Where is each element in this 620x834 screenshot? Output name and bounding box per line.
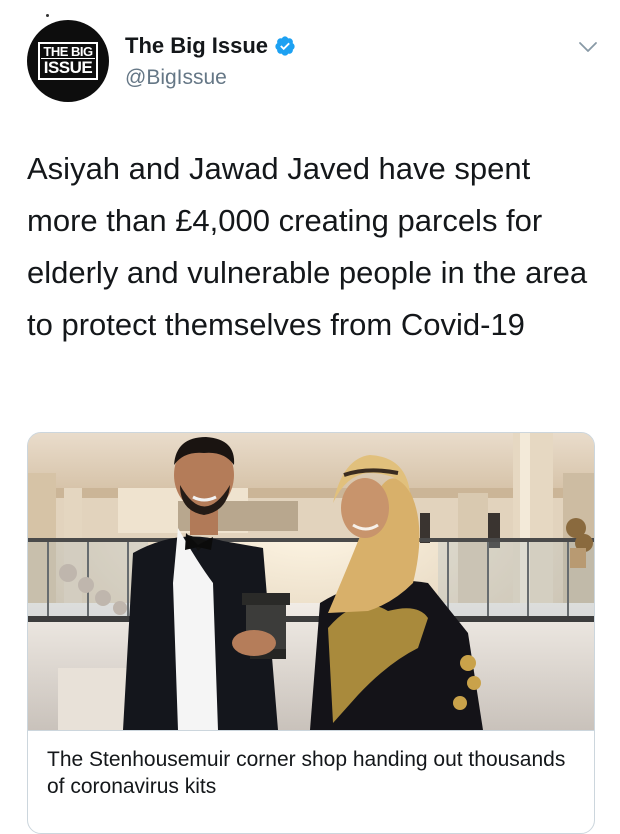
display-name[interactable]: The Big Issue [125,33,268,59]
link-card[interactable]: The Stenhousemuir corner shop handing ou… [27,432,595,834]
account-handle[interactable]: @BigIssue [125,66,227,90]
card-divider [28,730,594,731]
tweet-text: Asiyah and Jawad Javed have spent more t… [27,151,588,342]
card-photo [28,433,594,730]
avatar[interactable]: THE BIG ISSUE [27,20,109,102]
logo-line-2: ISSUE [43,58,93,77]
card-title[interactable]: The Stenhousemuir corner shop handing ou… [47,746,577,800]
verified-badge-icon [275,36,295,56]
big-issue-logo: THE BIG ISSUE [38,42,98,80]
chevron-down-icon[interactable] [578,40,598,54]
author-name-row: The Big Issue [125,33,296,59]
logo-line-1: THE BIG [41,45,95,59]
status-dot [46,14,49,17]
